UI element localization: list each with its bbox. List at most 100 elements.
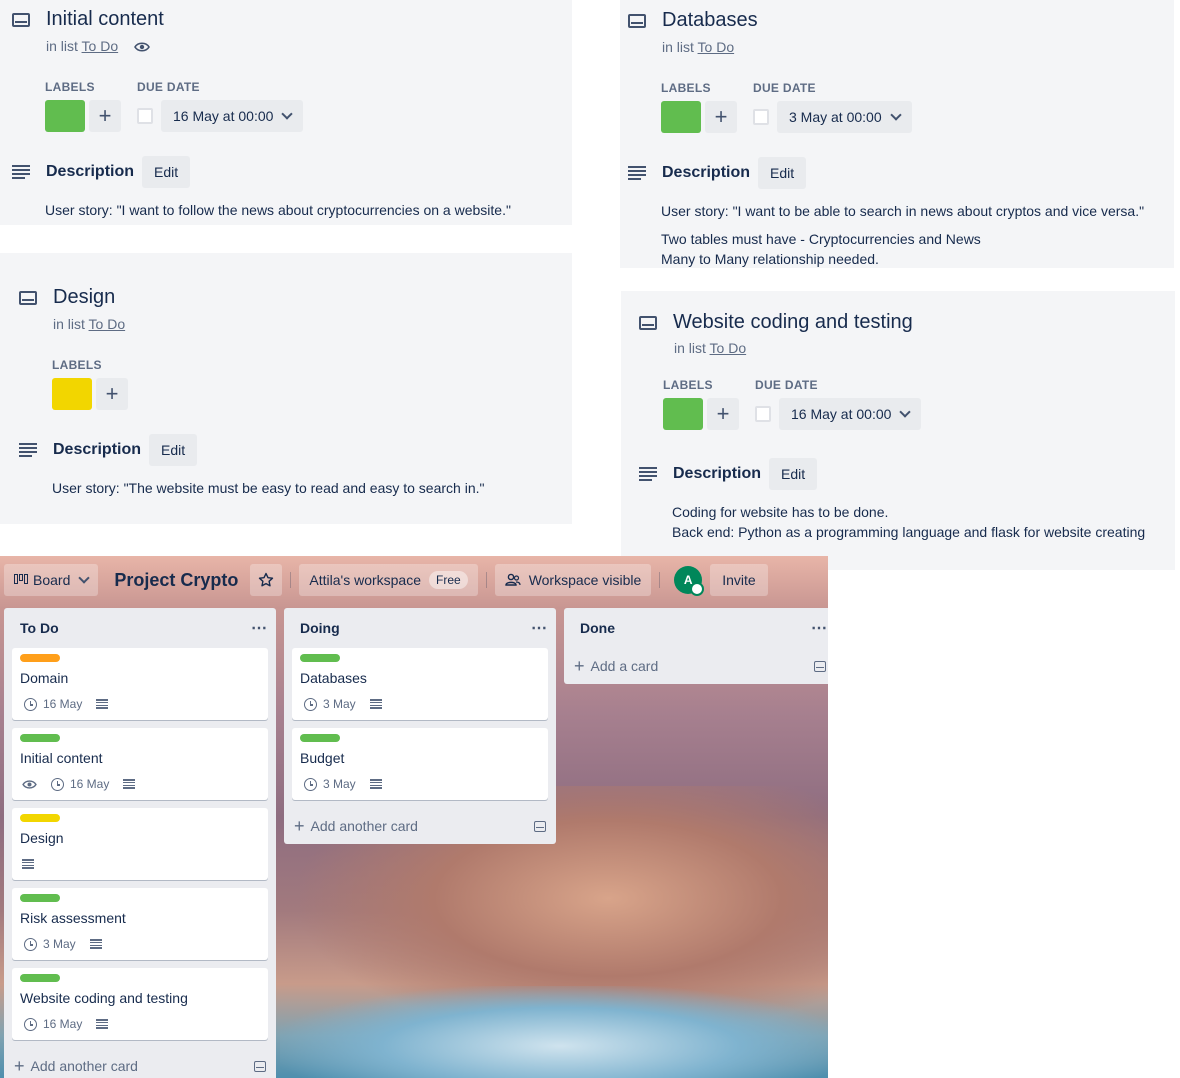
- due-date-value: 16 May at 00:00: [173, 108, 274, 124]
- add-label-button[interactable]: +: [89, 100, 121, 132]
- board-view-label: Board: [33, 572, 71, 588]
- due-date-value: 3 May at 00:00: [789, 109, 882, 125]
- due-complete-checkbox[interactable]: [755, 406, 771, 422]
- card-title-row: Design: [19, 286, 115, 309]
- due-date-button[interactable]: 16 May at 00:00: [161, 100, 304, 132]
- due-complete-checkbox[interactable]: [137, 108, 153, 124]
- card-label[interactable]: [20, 974, 60, 982]
- in-list-prefix: in list: [46, 38, 78, 54]
- card-title-row: Databases: [628, 9, 758, 32]
- card-label[interactable]: [300, 654, 340, 662]
- list-link[interactable]: To Do: [89, 316, 126, 332]
- list-card[interactable]: Databases 3 May: [292, 648, 548, 720]
- in-list-text: in list To Do: [674, 340, 746, 356]
- card-label[interactable]: [20, 814, 60, 822]
- card-badges: 16 May: [20, 694, 260, 714]
- add-label-button[interactable]: +: [707, 398, 739, 430]
- due-date-control: 3 May at 00:00: [753, 101, 912, 133]
- in-list-text: in list To Do: [662, 39, 734, 55]
- due-date-heading: DUE DATE: [753, 81, 816, 95]
- due-date-button[interactable]: 3 May at 00:00: [777, 101, 912, 133]
- description-icon: [22, 859, 34, 869]
- list-doing: Doing ⋯ Databases 3 May Budget 3 May + Add anot…: [284, 608, 556, 844]
- list-link[interactable]: To Do: [82, 38, 119, 54]
- edit-description-button[interactable]: Edit: [769, 458, 818, 490]
- label-green[interactable]: [663, 398, 703, 430]
- list-title[interactable]: To Do: [20, 620, 59, 636]
- add-label-button[interactable]: +: [96, 378, 128, 410]
- invite-button[interactable]: Invite: [710, 564, 768, 596]
- list-card[interactable]: Design: [12, 808, 268, 880]
- in-list-prefix: in list: [662, 39, 694, 55]
- list-card[interactable]: Risk assessment 3 May: [12, 888, 268, 960]
- list-card[interactable]: Website coding and testing 16 May: [12, 968, 268, 1040]
- list-card[interactable]: Budget 3 May: [292, 728, 548, 800]
- description-line: User story: "I want to be able to search…: [661, 203, 1145, 219]
- add-card-label: Add another card: [310, 818, 418, 834]
- due-date-button[interactable]: 16 May at 00:00: [779, 398, 922, 430]
- clock-icon: [24, 1017, 37, 1031]
- card-badges: 3 May: [300, 694, 540, 714]
- plus-icon: +: [14, 1055, 25, 1076]
- description-row: Description Edit: [12, 156, 191, 188]
- card-label[interactable]: [20, 654, 60, 662]
- board-title[interactable]: Project Crypto: [114, 570, 238, 591]
- card-title: Domain: [20, 670, 69, 686]
- card-template-icon[interactable]: [254, 1060, 266, 1072]
- due-date-heading: DUE DATE: [755, 378, 818, 392]
- card-template-icon[interactable]: [534, 820, 546, 832]
- divider: [290, 572, 292, 588]
- card-label[interactable]: [20, 734, 60, 742]
- description-icon: [369, 699, 382, 709]
- card-label[interactable]: [300, 734, 340, 742]
- board-header: Board Project Crypto Attila's workspace …: [0, 556, 828, 604]
- due-complete-checkbox[interactable]: [753, 109, 769, 125]
- description-icon: [96, 699, 109, 709]
- in-list-text: in list To Do: [46, 38, 150, 54]
- add-card-button[interactable]: + Add another card: [284, 808, 556, 844]
- card-badges: 3 May: [20, 934, 260, 954]
- list-title[interactable]: Doing: [300, 620, 340, 636]
- card-template-icon[interactable]: [814, 660, 826, 672]
- card-icon: [639, 315, 657, 330]
- board-view-switcher[interactable]: Board: [4, 564, 99, 596]
- edit-description-button[interactable]: Edit: [142, 156, 191, 188]
- label-yellow[interactable]: [52, 378, 92, 410]
- list-card[interactable]: Initial content 16 May: [12, 728, 268, 800]
- card-label[interactable]: [20, 894, 60, 902]
- add-card-button[interactable]: + Add a card: [564, 648, 828, 684]
- visibility-button[interactable]: Workspace visible: [494, 564, 652, 596]
- list-menu-icon[interactable]: ⋯: [531, 618, 548, 638]
- list-title[interactable]: Done: [580, 620, 615, 636]
- edit-description-button[interactable]: Edit: [758, 157, 807, 189]
- edit-description-button[interactable]: Edit: [149, 434, 198, 466]
- list-menu-icon[interactable]: ⋯: [251, 618, 268, 638]
- star-button[interactable]: [250, 564, 283, 596]
- add-card-label-wrap: + Add another card: [14, 1056, 138, 1077]
- plus-icon: +: [574, 655, 585, 676]
- labels-heading: LABELS: [52, 358, 102, 372]
- avatar[interactable]: A: [674, 566, 705, 596]
- description-text: User story: "The website must be easy to…: [52, 480, 485, 496]
- list-menu-icon[interactable]: ⋯: [811, 618, 828, 638]
- chevron-down-icon: [78, 572, 91, 584]
- add-card-label: Add a card: [590, 658, 659, 674]
- description-line: Back end: Python as a programming langua…: [672, 524, 1146, 540]
- list-card[interactable]: Domain 16 May: [12, 648, 268, 720]
- in-list-prefix: in list: [674, 340, 706, 356]
- add-card-button[interactable]: + Add another card: [4, 1048, 276, 1078]
- due-date-badge: 3 May: [323, 697, 356, 711]
- card-title: Website coding and testing: [673, 311, 913, 333]
- description-heading: Description: [662, 164, 751, 181]
- workspace-button[interactable]: Attila's workspace Free: [299, 564, 478, 596]
- list-link[interactable]: To Do: [698, 39, 735, 55]
- add-label-button[interactable]: +: [705, 101, 737, 133]
- description-row: Description Edit: [639, 458, 818, 490]
- list-link[interactable]: To Do: [710, 340, 747, 356]
- list-header: Done ⋯: [564, 608, 828, 648]
- label-green[interactable]: [661, 101, 701, 133]
- description-line: Two tables must have - Cryptocurrencies …: [661, 231, 981, 247]
- due-date-badge: 16 May: [70, 777, 110, 791]
- label-green[interactable]: [45, 100, 85, 132]
- description-icon: [96, 1019, 109, 1029]
